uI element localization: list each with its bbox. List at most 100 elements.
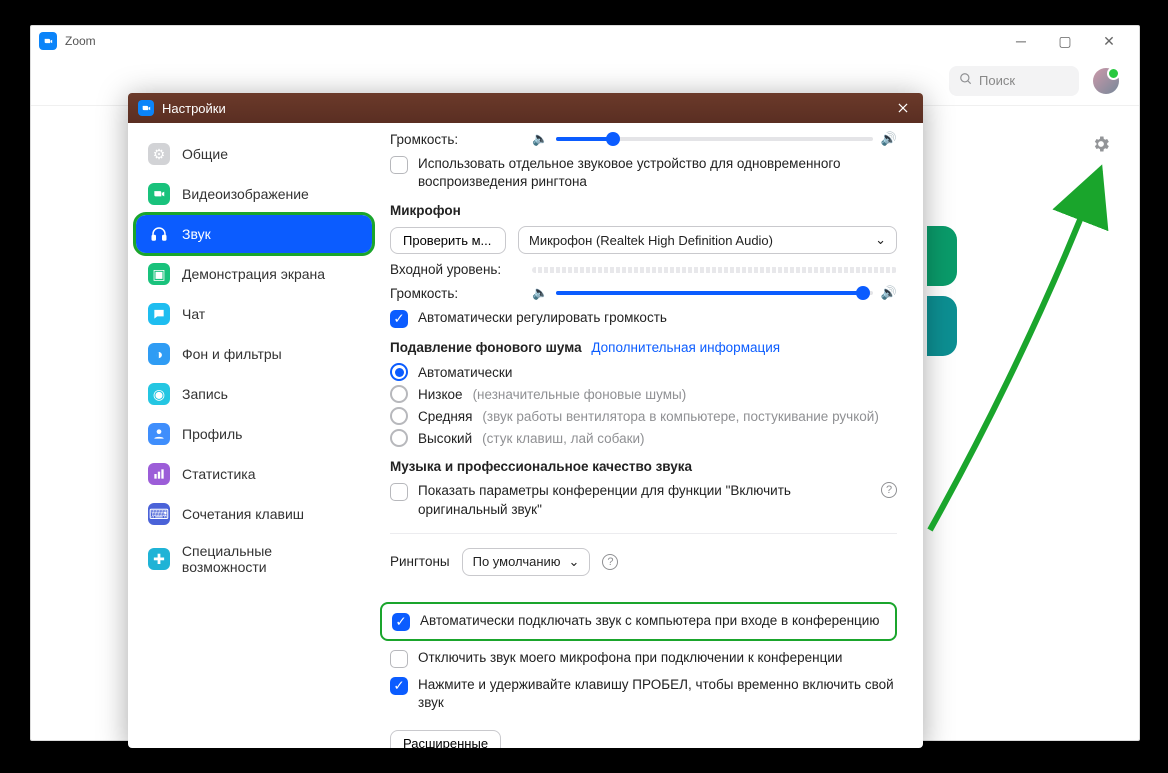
sidebar-item-accessibility[interactable]: ✚Специальные возможности — [136, 535, 372, 583]
input-level-meter — [532, 267, 897, 273]
sidebar-item-profile[interactable]: Профиль — [136, 415, 372, 453]
speaker-volume-row: Громкость: 🔈 🔊 — [390, 131, 897, 147]
search-icon — [959, 72, 973, 89]
auto-adjust-checkbox[interactable]: ✓ — [390, 310, 408, 328]
chat-icon — [148, 303, 170, 325]
radio-label: Автоматически — [418, 365, 512, 380]
auto-join-audio-row: ✓ Автоматически подключать звук с компью… — [380, 602, 897, 641]
radio-hint: (незначительные фоновые шумы) — [473, 387, 687, 402]
sidebar-item-label: Общие — [182, 146, 228, 162]
modal-header: Настройки — [128, 93, 923, 123]
noise-option-high[interactable]: Высокий (стук клавиш, лай собаки) — [390, 429, 897, 447]
mic-volume-slider[interactable] — [556, 291, 873, 295]
window-close-button[interactable]: ✕ — [1087, 26, 1131, 56]
avatar[interactable] — [1093, 68, 1119, 94]
modal-body: ⚙ Общие Видеоизображение Звук ▣ Демонстрац… — [128, 123, 923, 748]
sidebar-item-share[interactable]: ▣ Демонстрация экрана — [136, 255, 372, 293]
window-title: Zoom — [65, 34, 999, 48]
profile-icon — [148, 423, 170, 445]
help-icon[interactable]: ? — [602, 554, 618, 570]
screen-share-icon: ▣ — [148, 263, 170, 285]
space-unmute-checkbox[interactable]: ✓ — [390, 677, 408, 695]
volume-label: Громкость: — [390, 132, 520, 147]
radio-label: Низкое — [418, 387, 463, 402]
speaker-low-icon: 🔈 — [532, 285, 548, 301]
sidebar-item-video[interactable]: Видеоизображение — [136, 175, 372, 213]
sidebar-item-label: Видеоизображение — [182, 186, 309, 202]
mute-on-join-row: Отключить звук моего микрофона при подкл… — [390, 649, 897, 668]
help-icon[interactable]: ? — [881, 482, 897, 498]
background-decoration — [927, 226, 971, 386]
sidebar-item-label: Сочетания клавиш — [182, 506, 304, 522]
original-sound-label: Показать параметры конференции для функц… — [418, 482, 871, 518]
test-mic-button[interactable]: Проверить м... — [390, 227, 506, 254]
sidebar-item-stats[interactable]: Статистика — [136, 455, 372, 493]
separate-device-row: Использовать отдельное звуковое устройст… — [390, 155, 897, 191]
speaker-volume-slider[interactable] — [556, 137, 873, 141]
sidebar-item-label: Звук — [182, 226, 211, 242]
advanced-button[interactable]: Расширенные — [390, 730, 501, 748]
microphone-section-title: Микрофон — [390, 203, 897, 218]
input-level-label: Входной уровень: — [390, 262, 520, 277]
original-sound-row: Показать параметры конференции для функц… — [390, 482, 897, 518]
noise-more-info-link[interactable]: Дополнительная информация — [591, 340, 780, 355]
separate-device-label: Использовать отдельное звуковое устройст… — [418, 155, 897, 191]
speaker-low-icon: 🔈 — [532, 131, 548, 147]
auto-adjust-row: ✓ Автоматически регулировать громкость — [390, 309, 897, 328]
sidebar-item-recording[interactable]: ◉ Запись — [136, 375, 372, 413]
modal-close-button[interactable] — [893, 98, 913, 118]
keyboard-icon: ⌨ — [148, 503, 170, 525]
space-unmute-row: ✓ Нажмите и удерживайте клавишу ПРОБЕЛ, … — [390, 676, 897, 712]
radio-icon — [390, 407, 408, 425]
microphone-selected: Микрофон (Realtek High Definition Audio) — [529, 233, 773, 248]
stats-icon — [148, 463, 170, 485]
settings-modal: Настройки ⚙ Общие Видеоизображение Звук ▣… — [128, 93, 923, 748]
microphone-select[interactable]: Микрофон (Realtek High Definition Audio)… — [518, 226, 897, 254]
sidebar-item-audio[interactable]: Звук — [136, 215, 372, 253]
chevron-down-icon: ⌄ — [875, 232, 886, 248]
chevron-down-icon: ⌄ — [569, 554, 580, 570]
radio-hint: (звук работы вентилятора в компьютере, п… — [482, 409, 878, 424]
sidebar-item-label: Статистика — [182, 466, 256, 482]
ringtone-select[interactable]: По умолчанию ⌄ — [462, 548, 591, 576]
sidebar-item-background[interactable]: ◑ Фон и фильтры — [136, 335, 372, 373]
settings-gear-icon[interactable] — [1091, 134, 1111, 154]
mute-on-join-checkbox[interactable] — [390, 650, 408, 668]
sidebar-item-label: Чат — [182, 306, 205, 322]
gear-icon: ⚙ — [148, 143, 170, 165]
sidebar-item-chat[interactable]: Чат — [136, 295, 372, 333]
record-icon: ◉ — [148, 383, 170, 405]
modal-title: Настройки — [162, 101, 893, 116]
settings-sidebar: ⚙ Общие Видеоизображение Звук ▣ Демонстрац… — [128, 123, 380, 748]
radio-label: Средняя — [418, 409, 472, 424]
auto-join-audio-checkbox[interactable]: ✓ — [392, 613, 410, 631]
noise-option-low[interactable]: Низкое (незначительные фоновые шумы) — [390, 385, 897, 403]
noise-option-auto[interactable]: Автоматически — [390, 363, 897, 381]
sidebar-item-label: Демонстрация экрана — [182, 266, 325, 282]
sidebar-item-shortcuts[interactable]: ⌨ Сочетания клавиш — [136, 495, 372, 533]
window-maximize-button[interactable]: ▢ — [1043, 26, 1087, 56]
separate-device-checkbox[interactable] — [390, 156, 408, 174]
radio-icon — [390, 363, 408, 381]
background-icon: ◑ — [148, 343, 170, 365]
sidebar-item-label: Фон и фильтры — [182, 346, 282, 362]
settings-content: Громкость: 🔈 🔊 Использовать отдельное зв… — [380, 123, 923, 748]
sidebar-item-label: Запись — [182, 386, 228, 402]
noise-option-medium[interactable]: Средняя (звук работы вентилятора в компь… — [390, 407, 897, 425]
radio-hint: (стук клавиш, лай собаки) — [482, 431, 644, 446]
speaker-high-icon: 🔊 — [881, 131, 897, 147]
music-section-title: Музыка и профессиональное качество звука — [390, 459, 897, 474]
speaker-high-icon: 🔊 — [881, 285, 897, 301]
zoom-app-window: Zoom ─ ▢ ✕ Поиск Настройки ⚙ Общие — [30, 25, 1140, 741]
search-input[interactable]: Поиск — [949, 66, 1079, 96]
window-minimize-button[interactable]: ─ — [999, 26, 1043, 56]
divider — [390, 533, 897, 534]
sidebar-item-general[interactable]: ⚙ Общие — [136, 135, 372, 173]
window-titlebar: Zoom ─ ▢ ✕ — [31, 26, 1139, 56]
modal-logo-icon — [138, 100, 154, 116]
auto-join-audio-label: Автоматически подключать звук с компьюте… — [420, 612, 879, 630]
headphones-icon — [148, 223, 170, 245]
ringtones-row: Рингтоны По умолчанию ⌄ ? — [390, 548, 897, 576]
original-sound-checkbox[interactable] — [390, 483, 408, 501]
radio-icon — [390, 385, 408, 403]
